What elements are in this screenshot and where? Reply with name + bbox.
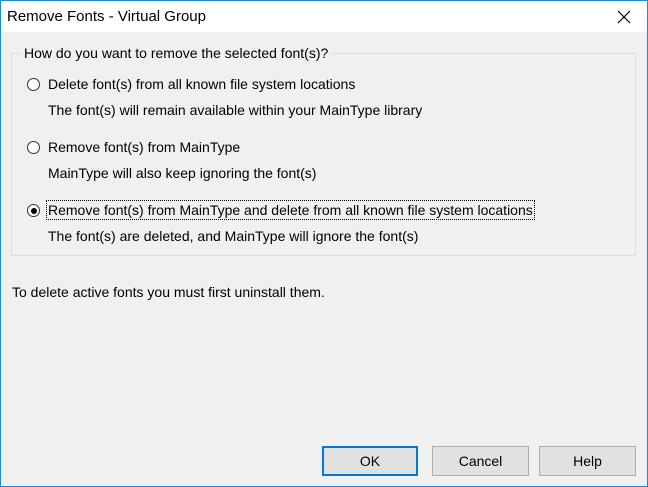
- radio-remove-from-maintype[interactable]: [27, 141, 40, 154]
- option-label[interactable]: Remove font(s) from MainType: [47, 138, 241, 156]
- group-legend: How do you want to remove the selected f…: [21, 44, 332, 62]
- option-description: The font(s) are deleted, and MainType wi…: [48, 228, 419, 244]
- radio-remove-and-delete[interactable]: [27, 204, 40, 217]
- cancel-button[interactable]: Cancel: [432, 446, 529, 476]
- window-title: Remove Fonts - Virtual Group: [7, 8, 206, 25]
- option-description: The font(s) will remain available within…: [48, 102, 423, 118]
- title-bar[interactable]: Remove Fonts - Virtual Group: [1, 1, 647, 32]
- help-button[interactable]: Help: [539, 446, 636, 476]
- option-description: MainType will also keep ignoring the fon…: [48, 165, 317, 181]
- option-label[interactable]: Remove font(s) from MainType and delete …: [46, 200, 535, 220]
- radio-delete-from-file-system[interactable]: [27, 78, 40, 91]
- option-label[interactable]: Delete font(s) from all known file syste…: [47, 75, 356, 93]
- close-icon: [617, 10, 631, 23]
- dialog-window: Remove Fonts - Virtual Group How do you …: [0, 0, 648, 487]
- info-note: To delete active fonts you must first un…: [12, 284, 325, 300]
- close-button[interactable]: [601, 1, 647, 32]
- ok-button[interactable]: OK: [322, 446, 418, 476]
